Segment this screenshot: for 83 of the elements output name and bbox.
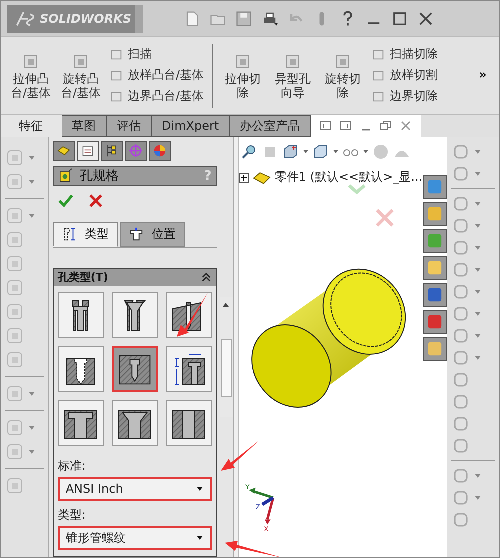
ribbon-button[interactable]: 放样切割 <box>369 67 440 84</box>
ok-icon[interactable] <box>56 192 75 210</box>
caret-icon[interactable] <box>28 424 36 432</box>
ribbon-button[interactable]: 边界凸台/基体 <box>107 88 206 105</box>
tile-left-icon[interactable] <box>319 119 334 133</box>
position-icon <box>128 227 144 242</box>
ribbon-button[interactable]: 扫描切除 <box>369 46 440 63</box>
caret-icon[interactable] <box>474 170 482 178</box>
tab[interactable]: 办公室产品 <box>230 115 312 137</box>
hole-type-button[interactable] <box>166 400 212 446</box>
ribbon-button[interactable]: 拉伸切 除 <box>219 52 268 100</box>
tab[interactable]: 类型 <box>52 222 118 247</box>
caret-icon[interactable] <box>28 448 36 456</box>
ribbon-button[interactable]: 拉伸凸 台/基体 <box>7 52 55 100</box>
ribbon-button[interactable]: 放样凸台/基体 <box>107 67 206 84</box>
caret-icon <box>196 534 204 542</box>
caret-icon[interactable] <box>28 178 36 186</box>
tile-right-icon[interactable] <box>339 119 354 133</box>
caret-icon <box>196 485 204 493</box>
cube-icon[interactable] <box>312 143 330 161</box>
hole-type-button[interactable] <box>58 292 104 338</box>
magnifier-icon[interactable] <box>240 143 258 161</box>
caret-icon[interactable] <box>474 222 482 230</box>
hole-wizard-icon <box>58 168 74 184</box>
logo-icon <box>15 10 37 28</box>
section-title: 孔类型(T) <box>58 270 108 285</box>
tab[interactable]: 位置 <box>120 222 185 247</box>
ribbon-button[interactable]: 异型孔 向导 <box>269 52 318 100</box>
ribbon-button[interactable]: 边界切除 <box>369 88 440 105</box>
save-icon[interactable] <box>235 10 253 28</box>
restore-icon[interactable] <box>379 119 394 133</box>
ribbon-button[interactable]: 旋转切 除 <box>319 52 368 100</box>
caret-icon[interactable] <box>474 148 482 156</box>
annotation-arrow <box>176 292 209 338</box>
hole-type-button[interactable] <box>58 346 104 392</box>
caret-icon[interactable] <box>474 310 482 318</box>
field-label: 标准: <box>56 458 87 475</box>
tab[interactable]: 草图 <box>62 115 107 137</box>
dropdown[interactable]: 锥形管螺纹 <box>58 526 212 550</box>
hole-type-button[interactable] <box>112 400 158 446</box>
expand-icon[interactable] <box>238 172 249 182</box>
crosshair-icon[interactable] <box>124 141 147 161</box>
caret-icon[interactable] <box>28 154 36 162</box>
scroll-up-icon[interactable] <box>222 301 230 309</box>
configuration-icon[interactable] <box>100 141 123 161</box>
caret-icon[interactable] <box>474 472 482 480</box>
caret-icon[interactable] <box>332 149 339 155</box>
caret-icon[interactable] <box>28 390 36 398</box>
ribbon-button[interactable]: 扫描 <box>107 46 206 63</box>
caret-icon[interactable] <box>28 212 36 220</box>
tab[interactable]: 评估 <box>107 115 152 137</box>
feature-tree-icon[interactable] <box>52 141 75 161</box>
field-label: 类型: <box>56 507 87 524</box>
panel-title: 孔规格 <box>80 168 119 185</box>
caret-icon[interactable] <box>474 266 482 274</box>
ribbon-button[interactable]: 旋转凸 台/基体 <box>57 52 105 100</box>
app-logo: SOLIDWORKS <box>7 4 135 32</box>
tab[interactable]: 特征 <box>1 115 62 137</box>
maximize-icon[interactable] <box>391 10 409 28</box>
hole-type-button[interactable] <box>112 346 158 392</box>
tree-item[interactable]: 零件1 (默认<<默认>_显... <box>274 169 423 186</box>
faint-cross-icon[interactable] <box>374 207 396 229</box>
more-button[interactable]: » <box>473 67 493 84</box>
hole-type-button[interactable] <box>166 292 212 338</box>
hole-type-button[interactable] <box>166 346 212 392</box>
caret-icon[interactable] <box>474 244 482 252</box>
property-icon[interactable] <box>76 141 99 161</box>
caret-icon[interactable] <box>474 200 482 208</box>
caret-icon[interactable] <box>302 149 309 155</box>
hole-type-button[interactable] <box>58 400 104 446</box>
tab[interactable]: DimXpert <box>152 115 230 137</box>
caret-icon[interactable] <box>474 332 482 340</box>
caret-icon[interactable] <box>474 494 482 502</box>
dropdown[interactable]: ANSI Inch <box>58 477 212 501</box>
hole-type-button[interactable] <box>112 292 158 338</box>
view-orientation-icon[interactable] <box>282 143 300 161</box>
collapse-icon[interactable] <box>200 272 212 283</box>
splitter-handle[interactable] <box>234 137 239 557</box>
part-icon <box>252 170 271 185</box>
caret-icon[interactable] <box>474 354 482 362</box>
caret-icon[interactable] <box>362 149 369 155</box>
close-icon[interactable] <box>399 119 414 133</box>
caret-icon[interactable] <box>474 288 482 296</box>
